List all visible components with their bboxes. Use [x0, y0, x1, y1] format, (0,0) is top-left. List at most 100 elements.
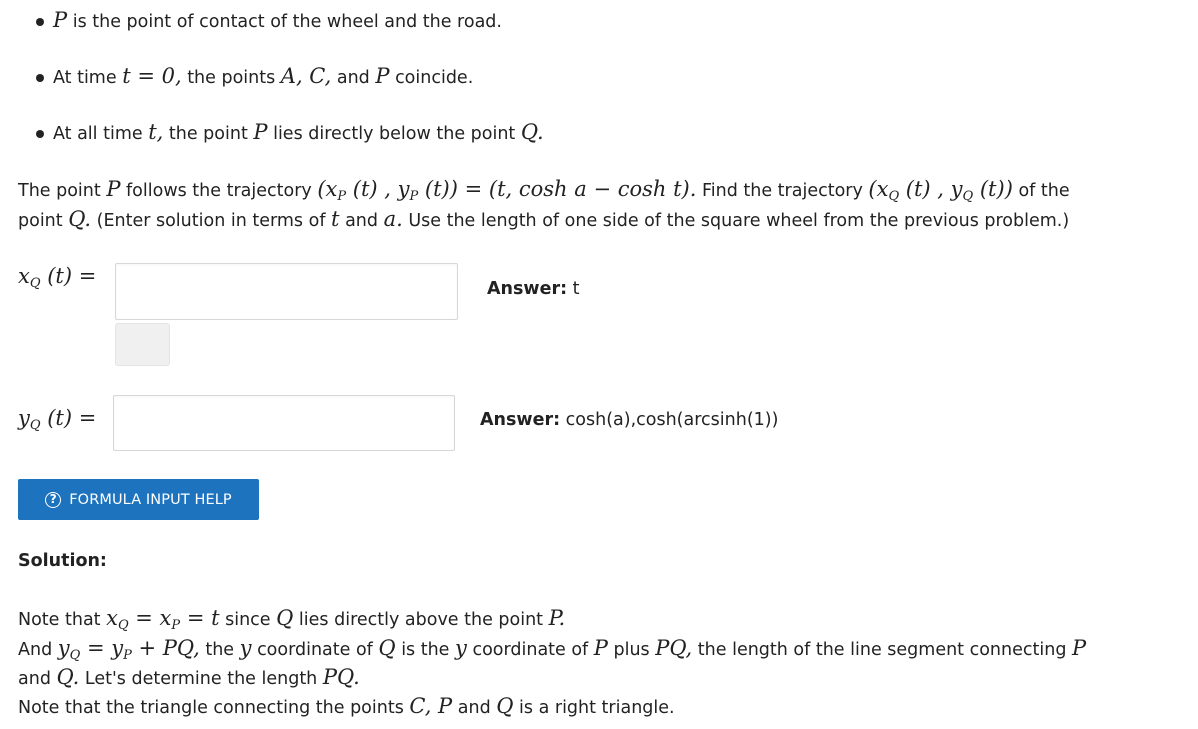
solution-line-2: And yQ = yP + PQ, the y coordinate of Q …	[18, 636, 1086, 663]
text: coordinate of	[466, 640, 594, 660]
math: PQ,	[655, 636, 693, 660]
math: Q	[496, 694, 514, 718]
text: lies directly below the point	[267, 124, 521, 144]
math: y	[57, 636, 70, 660]
text: point	[18, 211, 69, 231]
text: Let's determine the length	[79, 669, 323, 689]
math: (x	[868, 177, 889, 201]
math: Q	[276, 606, 294, 630]
text: follows the trajectory	[120, 181, 318, 201]
math: P	[106, 177, 121, 201]
math: (x	[317, 177, 338, 201]
math: P	[1072, 636, 1087, 660]
math: x	[18, 264, 30, 288]
text: is a right triangle.	[513, 698, 675, 718]
math: Q.	[56, 665, 80, 689]
math: y	[239, 636, 252, 660]
math: (t) =	[40, 406, 97, 430]
trajectory-p: (xP (t) , yP (t)) = (t, cosh a − cosh t)…	[317, 177, 697, 204]
bullet-item-2: At time t = 0, the points A, C, and P co…	[53, 64, 473, 88]
text: and	[331, 68, 376, 88]
solution-line-3: and Q. Let's determine the length PQ.	[18, 665, 360, 689]
text: since	[219, 610, 277, 630]
math: (t)) = (t, cosh a − cosh t).	[418, 177, 697, 201]
math: a.	[383, 207, 403, 231]
yq-input[interactable]	[113, 395, 455, 451]
text: Find the trajectory	[696, 181, 869, 201]
math: Q.	[68, 207, 92, 231]
math: P	[253, 120, 268, 144]
math-sub: P	[123, 648, 132, 663]
text: the	[199, 640, 240, 660]
xq-answer: Answer: t	[487, 279, 580, 299]
math: t = 0,	[122, 64, 182, 88]
math-sub: Q	[117, 618, 129, 633]
problem-line-2: point Q. (Enter solution in terms of t a…	[18, 207, 1069, 231]
math-sub: P	[409, 189, 419, 204]
math: (t) , y	[346, 177, 410, 201]
math: P.	[548, 606, 566, 630]
math: P	[375, 64, 390, 88]
math-sub: Q	[962, 189, 974, 204]
math-expression: yQ = yP + PQ,	[57, 636, 200, 663]
xq-input[interactable]	[115, 263, 458, 320]
yq-answer: Answer: cosh(a),cosh(arcsinh(1))	[480, 410, 778, 430]
math: Q	[378, 636, 396, 660]
math-sub: Q	[29, 276, 41, 291]
math: (t))	[973, 177, 1013, 201]
math: y	[18, 406, 30, 430]
text: And	[18, 640, 58, 660]
text: is the	[395, 640, 456, 660]
math: Q.	[520, 120, 544, 144]
text: coincide.	[389, 68, 474, 88]
bullet-item-3: At all time t, the point P lies directly…	[53, 120, 544, 144]
math: y	[455, 636, 467, 660]
bullet-dot	[36, 18, 44, 26]
text: Use the length of one side of the square…	[402, 211, 1070, 231]
math: + PQ,	[131, 636, 200, 660]
text: At all time	[53, 124, 149, 144]
answer-value: cosh(a),cosh(arcsinh(1))	[560, 410, 779, 430]
math-sub: P	[337, 189, 347, 204]
math: = t	[180, 606, 220, 630]
text: plus	[607, 640, 656, 660]
math-sub: Q	[29, 418, 41, 433]
text: the point	[163, 124, 254, 144]
math: P	[53, 8, 68, 32]
formula-input-help-button[interactable]: ? FORMULA INPUT HELP	[18, 479, 259, 520]
text: is the point of contact of the wheel and…	[67, 12, 502, 32]
text: Note that	[18, 610, 107, 630]
text: The point	[18, 181, 107, 201]
text: (Enter solution in terms of	[91, 211, 332, 231]
solution-heading: Solution:	[18, 551, 107, 571]
bullet-item-1: P is the point of contact of the wheel a…	[53, 8, 502, 32]
solution-line-1: Note that xQ = xP = t since Q lies direc…	[18, 606, 565, 633]
solution-line-4: Note that the triangle connecting the po…	[18, 694, 675, 718]
text: lies directly above the point	[293, 610, 549, 630]
question-icon: ?	[45, 491, 62, 508]
math: (t) =	[40, 264, 97, 288]
math: A, C,	[280, 64, 332, 88]
text: At time	[53, 68, 123, 88]
button-label: FORMULA INPUT HELP	[69, 491, 232, 508]
xq-preview	[115, 323, 170, 366]
text: coordinate of	[251, 640, 379, 660]
text: the length of the line segment connectin…	[692, 640, 1072, 660]
text: and	[18, 669, 57, 689]
text: the points	[181, 68, 281, 88]
answer-value: t	[567, 279, 580, 299]
yq-label: yQ (t) =	[18, 406, 96, 433]
math: PQ.	[322, 665, 360, 689]
math-sub: Q	[888, 189, 900, 204]
math: = y	[80, 636, 124, 660]
trajectory-q: (xQ (t) , yQ (t))	[868, 177, 1013, 204]
math: C, P	[409, 694, 453, 718]
text: and	[339, 211, 384, 231]
math: x	[106, 606, 118, 630]
xq-label: xQ (t) =	[18, 264, 96, 291]
text: and	[452, 698, 497, 718]
math: t	[331, 207, 340, 231]
answer-label: Answer:	[480, 410, 561, 430]
math: t,	[148, 120, 164, 144]
bullet-dot	[36, 74, 44, 82]
